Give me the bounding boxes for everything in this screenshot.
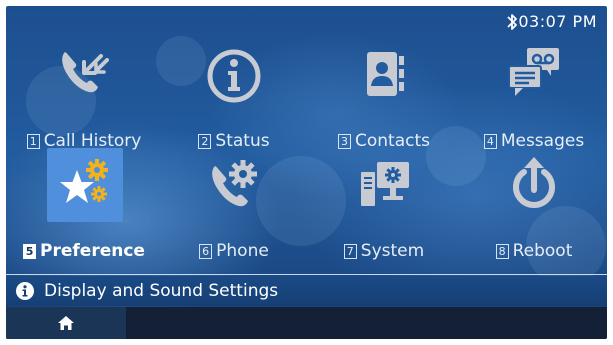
bottom-nav-bar: [6, 307, 607, 339]
menu-item-text: Phone: [216, 241, 269, 261]
phone-screen: 03:07 PM 1 Call History 2 Status 3 Conta…: [6, 6, 607, 339]
menu-item-status[interactable]: 2 Status: [159, 32, 309, 151]
menu-item-text: System: [360, 241, 425, 261]
menu-item-messages[interactable]: 4 Messages: [459, 32, 607, 151]
menu-item-number: 7: [343, 243, 357, 259]
info-icon: [16, 282, 34, 300]
menu-item-label: 6 Phone: [159, 241, 309, 261]
menu-item-system[interactable]: 7 System: [309, 142, 459, 261]
info-divider: [6, 274, 607, 275]
info-text: Display and Sound Settings: [44, 281, 279, 301]
menu-item-label: 8 Reboot: [459, 241, 607, 261]
messages-icon: [508, 48, 559, 96]
preference-star-gear-icon: [60, 159, 108, 203]
bluetooth-icon: [507, 14, 517, 30]
menu-item-phone[interactable]: 6 Phone: [159, 142, 309, 261]
contacts-book-icon: [367, 52, 404, 96]
menu-item-number: 6: [199, 243, 213, 259]
menu-item-call-history[interactable]: 1 Call History: [9, 32, 159, 151]
menu-item-reboot[interactable]: 8 Reboot: [459, 142, 607, 261]
menu-item-text: Preference: [40, 241, 145, 261]
menu-item-label: 5 Preference: [9, 241, 159, 261]
call-history-icon: [62, 52, 109, 93]
menu-item-label: 7 System: [309, 241, 459, 261]
menu-item-number: 8: [495, 243, 509, 259]
menu-item-text: Reboot: [512, 241, 573, 261]
menu-item-preference[interactable]: 5 Preference: [9, 142, 159, 261]
home-tab[interactable]: [6, 307, 126, 339]
device-frame: 03:07 PM 1 Call History 2 Status 3 Conta…: [0, 0, 613, 345]
menu-item-number: 5: [23, 243, 37, 259]
info-bar: Display and Sound Settings: [6, 276, 607, 306]
system-computer-icon: [361, 162, 409, 206]
phone-gear-icon: [212, 160, 257, 207]
reboot-power-icon: [513, 157, 555, 208]
menu-item-contacts[interactable]: 3 Contacts: [309, 32, 459, 151]
info-circle-icon: [207, 49, 261, 103]
home-icon: [58, 316, 74, 330]
status-time: 03:07 PM: [518, 12, 597, 31]
